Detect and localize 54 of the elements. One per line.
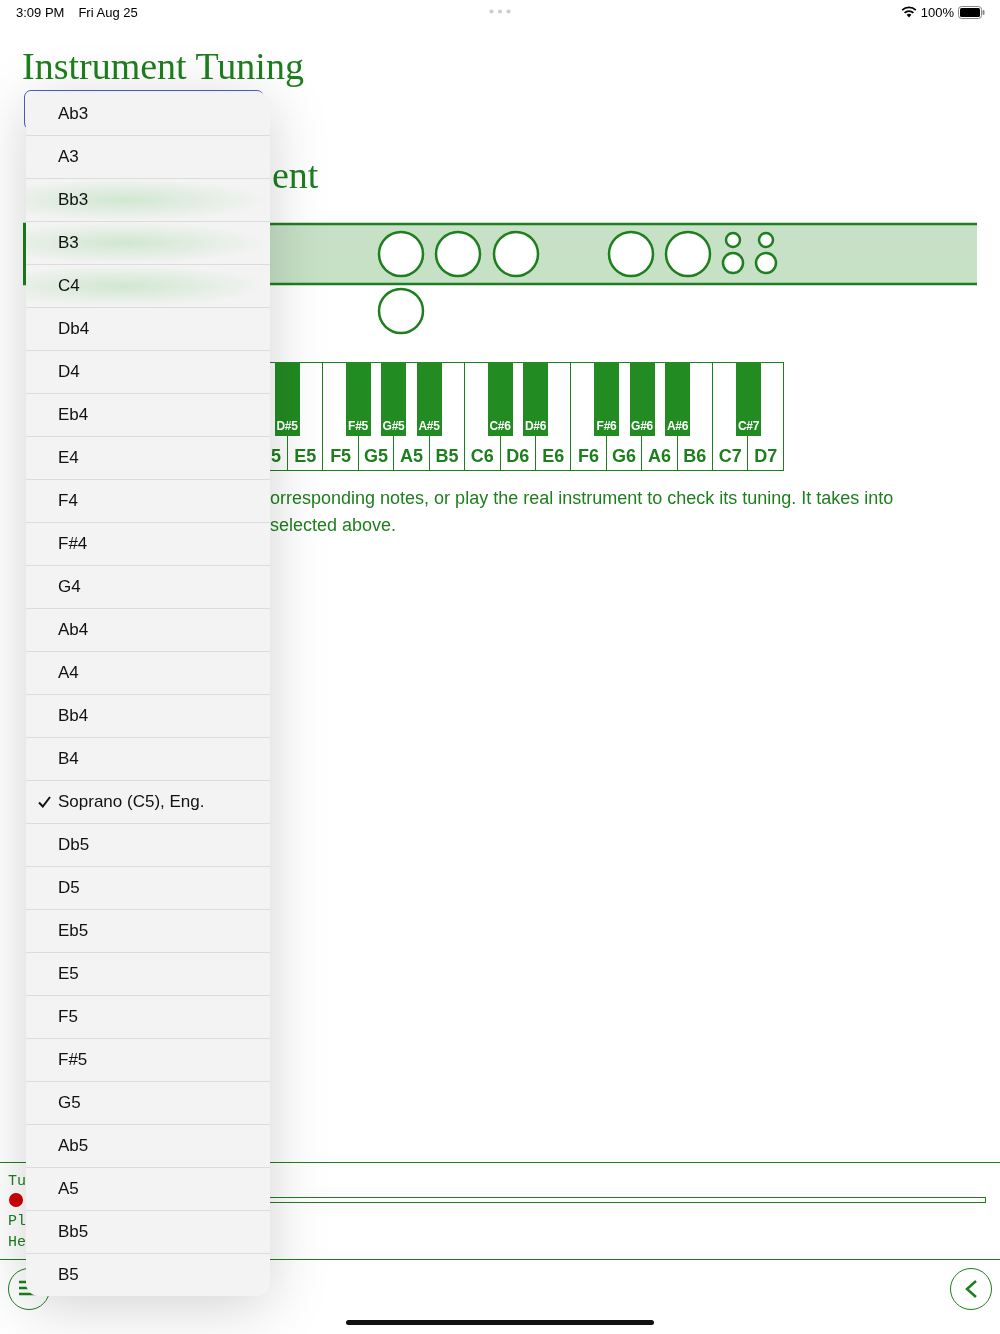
console-text: Pl — [8, 1212, 26, 1232]
menu-item[interactable]: G5 — [26, 1081, 270, 1124]
menu-item[interactable]: F5 — [26, 995, 270, 1038]
menu-item[interactable]: F#5 — [26, 1038, 270, 1081]
piano-key[interactable]: C#6 — [487, 362, 513, 436]
menu-item[interactable]: Ab5 — [26, 1124, 270, 1167]
piano-key[interactable]: A#6 — [665, 362, 690, 436]
menu-item[interactable]: Soprano (C5), Eng. — [26, 780, 270, 823]
menu-item[interactable]: Bb4 — [26, 694, 270, 737]
piano-key[interactable]: F#5 — [345, 362, 371, 436]
menu-item[interactable]: Db5 — [26, 823, 270, 866]
piano-key[interactable]: G#6 — [629, 362, 655, 436]
piano-key[interactable]: D#6 — [523, 362, 548, 436]
console-text: He — [8, 1233, 26, 1253]
menu-item[interactable]: E4 — [26, 436, 270, 479]
status-dot — [9, 1193, 23, 1207]
home-indicator[interactable] — [346, 1320, 654, 1325]
console-text: Tu — [8, 1172, 26, 1192]
menu-item[interactable]: Db4 — [26, 307, 270, 350]
page-title: Instrument Tuning — [22, 44, 305, 88]
multitasking-dots-icon[interactable] — [489, 9, 511, 14]
menu-item[interactable]: A4 — [26, 651, 270, 694]
menu-item[interactable]: D5 — [26, 866, 270, 909]
menu-item[interactable]: B4 — [26, 737, 270, 780]
back-button[interactable] — [950, 1268, 992, 1310]
menu-item[interactable]: D4 — [26, 350, 270, 393]
instructions-text: orresponding notes, or play the real instrument to check its tuning. It takes into selected above. — [270, 487, 895, 537]
menu-item[interactable]: Bb3 — [26, 178, 270, 221]
menu-item[interactable]: F#4 — [26, 522, 270, 565]
chevron-left-icon — [964, 1279, 978, 1299]
battery-icon — [958, 5, 985, 19]
piano-key[interactable]: G#5 — [381, 362, 406, 436]
status-time: 3:09 PM — [16, 4, 65, 20]
menu-item[interactable]: E5 — [26, 952, 270, 995]
menu-item[interactable]: A3 — [26, 135, 270, 178]
menu-item[interactable]: A5 — [26, 1167, 270, 1210]
status-date: Fri Aug 25 — [78, 4, 138, 20]
menu-item[interactable]: F4 — [26, 479, 270, 522]
menu-item[interactable]: Ab3 — [26, 92, 270, 135]
menu-item[interactable]: B5 — [26, 1253, 270, 1296]
menu-item[interactable]: G4 — [26, 565, 270, 608]
section-heading: ent — [272, 153, 320, 197]
menu-item[interactable]: C4 — [26, 264, 270, 307]
piano-key[interactable]: A#5 — [416, 362, 442, 436]
piano-key[interactable]: C#7 — [736, 362, 761, 436]
piano-key[interactable]: F#6 — [594, 362, 619, 436]
menu-item[interactable]: Bb5 — [26, 1210, 270, 1253]
menu-item[interactable]: Eb4 — [26, 393, 270, 436]
menu-item[interactable]: Ab4 — [26, 608, 270, 651]
menu-item[interactable]: B3 — [26, 221, 270, 264]
wifi-icon — [900, 6, 917, 18]
menu-item[interactable]: Eb5 — [26, 909, 270, 952]
piano-key[interactable]: D#5 — [274, 362, 300, 436]
battery-percent: 100% — [920, 4, 954, 20]
